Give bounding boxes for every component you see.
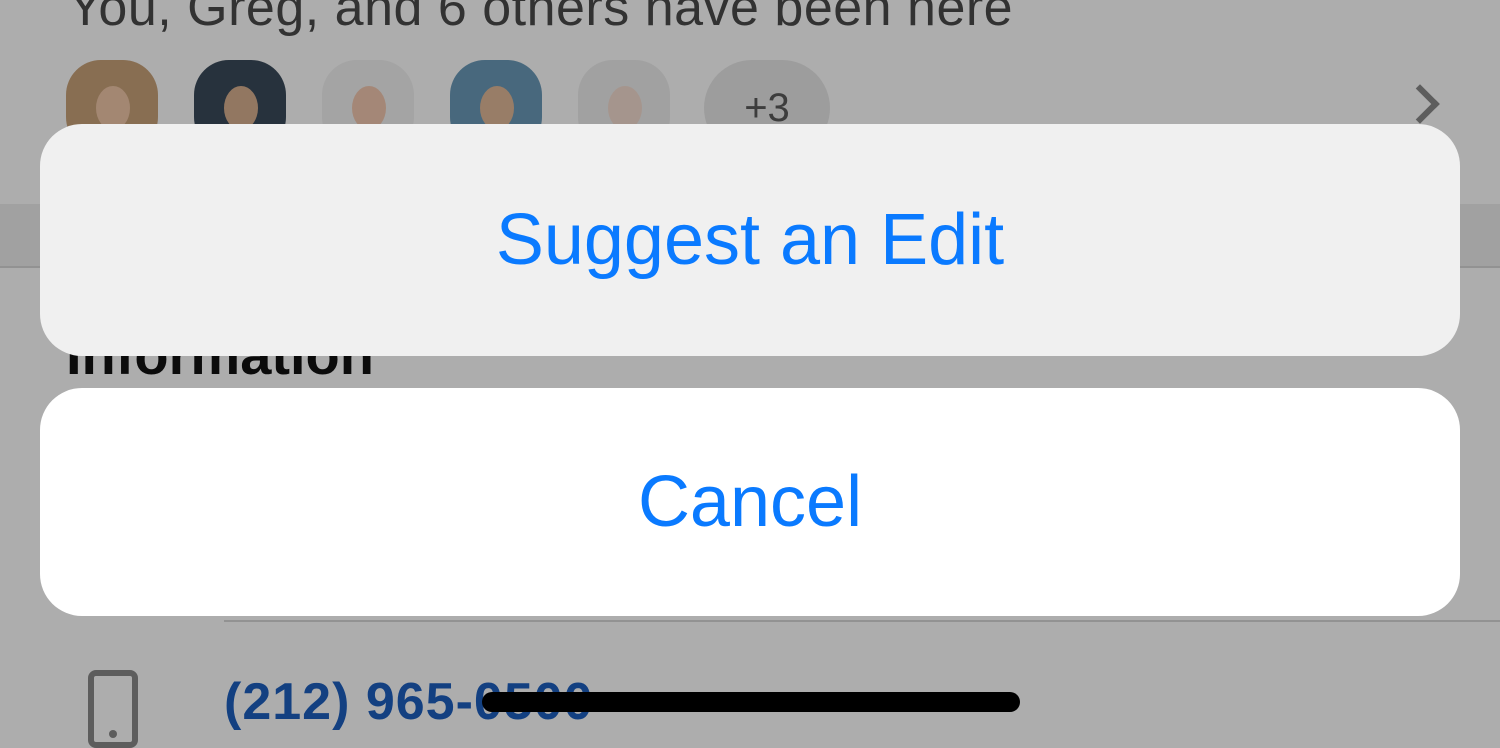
suggest-edit-button[interactable]: Suggest an Edit <box>40 124 1460 356</box>
dim-overlay[interactable] <box>0 0 1500 748</box>
cancel-button[interactable]: Cancel <box>40 388 1460 616</box>
home-indicator[interactable] <box>482 692 1020 712</box>
